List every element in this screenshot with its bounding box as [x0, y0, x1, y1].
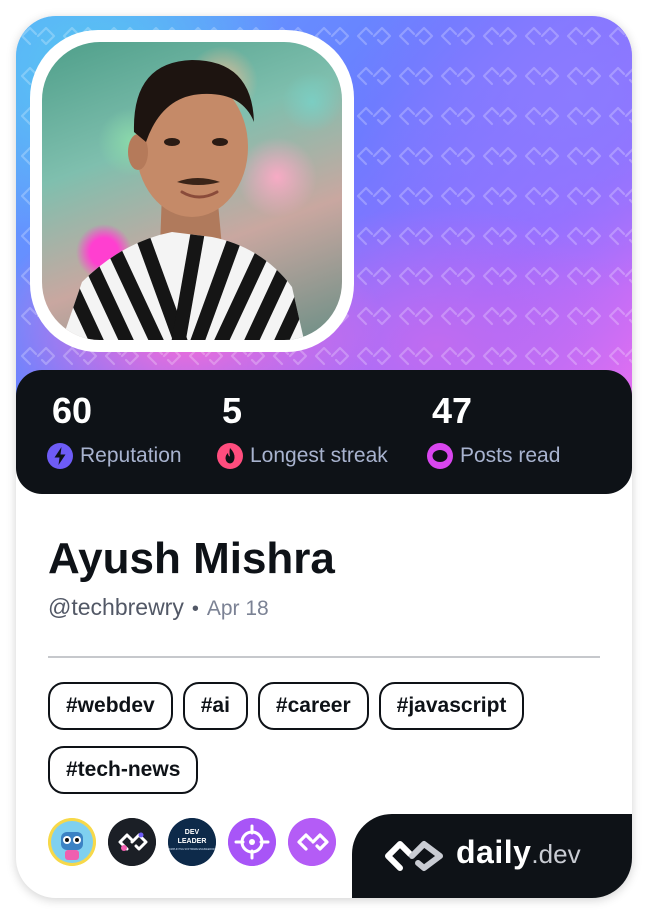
stat-longest-streak: 5 Longest streak	[216, 390, 388, 470]
profile-card: 60 Reputation 5 Longest streak 47 Posts …	[16, 16, 632, 898]
tag-list: #webdev #ai #career #javascript #tech-news	[48, 682, 608, 810]
robot-squad-badge[interactable]	[48, 818, 96, 866]
daily-dev-squad-badge[interactable]	[108, 818, 156, 866]
tag-tech-news[interactable]: #tech-news	[48, 746, 199, 794]
daily-dev-brand[interactable]: daily.dev	[352, 814, 632, 898]
brand-daily: daily	[456, 834, 532, 870]
profile-date: Apr 18	[206, 597, 269, 620]
daily-dev-logo-icon	[108, 818, 156, 866]
daily-dev-purple-badge[interactable]	[288, 818, 336, 866]
eye-ring-icon	[427, 443, 453, 469]
avatar-frame	[30, 30, 354, 352]
separator-dot: •	[191, 598, 199, 620]
robot-icon	[48, 818, 96, 866]
tag-career[interactable]: #career	[257, 682, 369, 730]
brand-dev: .dev	[531, 839, 581, 869]
dev-leader-line1: DEV	[185, 829, 200, 836]
dev-leader-icon: DEV LEADER SIMPLIFYING SOFTWARE ENGINEER…	[168, 818, 216, 866]
tag-ai[interactable]: #ai	[182, 682, 248, 730]
cover-background	[16, 16, 632, 396]
squad-badges: DEV LEADER SIMPLIFYING SOFTWARE ENGINEER…	[48, 818, 348, 866]
tag-webdev[interactable]: #webdev	[48, 682, 173, 730]
avatar[interactable]	[42, 42, 342, 340]
lightning-icon	[47, 443, 73, 469]
dev-leader-badge[interactable]: DEV LEADER SIMPLIFYING SOFTWARE ENGINEER…	[168, 818, 216, 866]
daily-dev-purple-icon	[288, 818, 336, 866]
stat-reputation: 60 Reputation	[46, 390, 182, 470]
tag-javascript[interactable]: #javascript	[378, 682, 525, 730]
flame-icon	[217, 443, 243, 469]
divider	[48, 656, 600, 658]
daily-dev-logo-icon	[385, 841, 443, 871]
handle-row: @techbrewry • Apr 18	[48, 594, 269, 621]
stat-posts-value: 47	[432, 390, 473, 431]
stat-posts-label: Posts read	[460, 444, 561, 467]
stat-streak-label: Longest streak	[250, 444, 388, 467]
profile-handle[interactable]: @techbrewry	[48, 594, 184, 621]
dev-leader-line3: SIMPLIFYING SOFTWARE ENGINEERING	[169, 848, 216, 851]
brand-wordmark: daily.dev	[456, 834, 581, 871]
crosshair-squad-badge[interactable]	[228, 818, 276, 866]
stats-bar: 60 Reputation 5 Longest streak 47 Posts …	[16, 370, 632, 494]
stat-streak-value: 5	[222, 390, 243, 431]
stat-reputation-value: 60	[52, 390, 93, 431]
profile-name: Ayush Mishra	[48, 534, 335, 583]
dev-leader-line2: LEADER	[178, 838, 207, 845]
stat-posts-read: 47 Posts read	[426, 390, 560, 470]
avatar-portrait	[62, 60, 304, 340]
crosshair-icon	[228, 818, 276, 866]
stat-reputation-label: Reputation	[80, 444, 182, 467]
